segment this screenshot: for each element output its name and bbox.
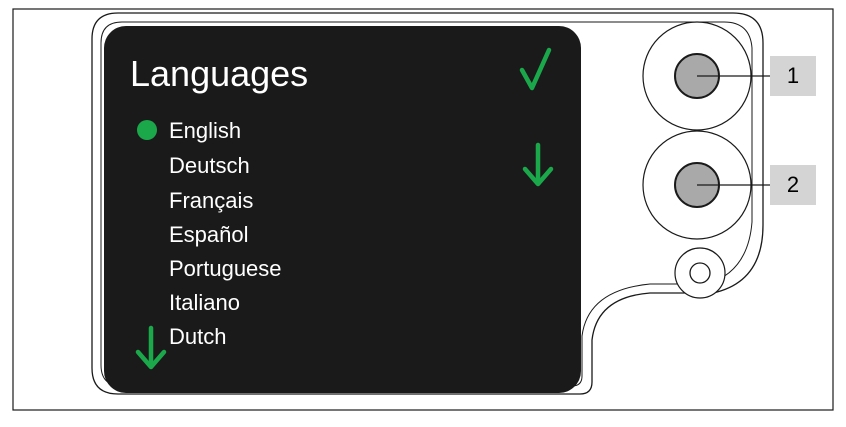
selected-indicator-dot bbox=[137, 120, 157, 140]
language-option-dutch[interactable]: Dutch bbox=[169, 326, 226, 348]
language-option-deutsch[interactable]: Deutsch bbox=[169, 155, 250, 177]
device-diagram: Languages English Deutsch Français Españ… bbox=[0, 0, 846, 422]
language-option-portuguese[interactable]: Portuguese bbox=[169, 258, 282, 280]
callout-label-2: 2 bbox=[770, 165, 816, 205]
callout-label-1: 1 bbox=[770, 56, 816, 96]
screen-title: Languages bbox=[130, 53, 309, 94]
indicator-light bbox=[689, 262, 711, 284]
language-option-francais[interactable]: Français bbox=[169, 190, 253, 212]
language-option-english[interactable]: English bbox=[169, 120, 241, 142]
language-option-espanol[interactable]: Español bbox=[169, 224, 249, 246]
device-illustration bbox=[12, 8, 834, 411]
language-option-italiano[interactable]: Italiano bbox=[169, 292, 240, 314]
